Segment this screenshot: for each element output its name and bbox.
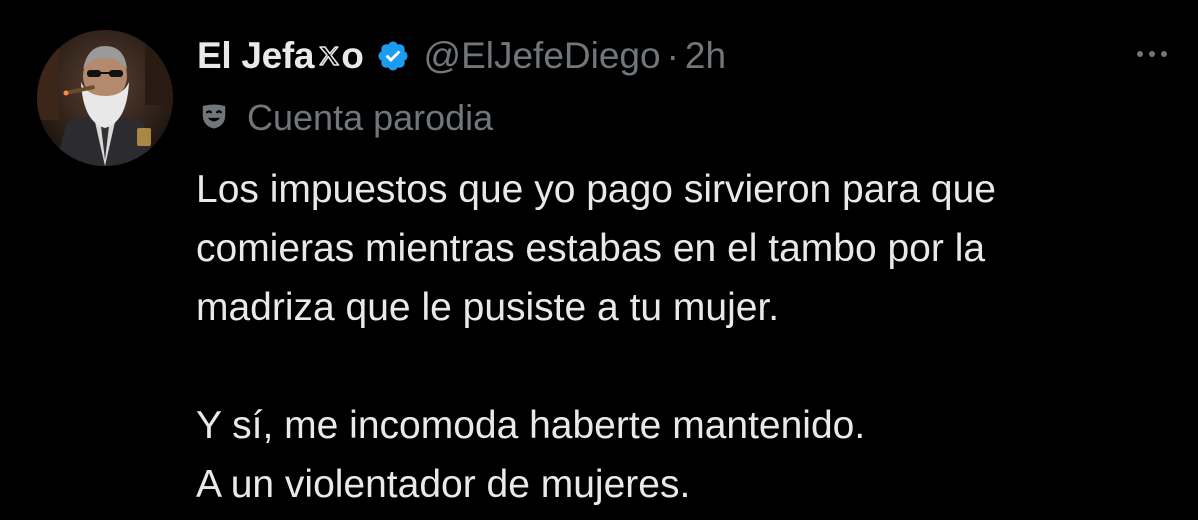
tweet-body: Los impuestos que yo pago sirvieron para…	[196, 160, 1186, 514]
paragraph-break	[196, 337, 1186, 396]
verified-badge-icon[interactable]	[376, 39, 410, 73]
tweet-header: El Jefa o @ElJefeDiego · 2h	[197, 28, 726, 84]
author-display-name[interactable]: El Jefa	[197, 35, 315, 77]
tweet-card: El Jefa o @ElJefeDiego · 2h Cuenta parod…	[0, 0, 1198, 520]
author-display-name-suffix: o	[341, 35, 364, 76]
theater-mask-icon	[199, 101, 229, 136]
author-handle[interactable]: @ElJefeDiego	[424, 35, 661, 77]
more-dots-icon	[1137, 51, 1167, 57]
parody-label-text: Cuenta parodia	[247, 97, 494, 138]
tweet-text-line: comieras mientras estabas en el tambo po…	[196, 227, 986, 270]
x-logo-icon	[317, 44, 341, 68]
tweet-text-line: A un violentador de mujeres.	[196, 463, 691, 506]
parody-account-label: Cuenta parodia	[199, 95, 493, 141]
tweet-text-line: Y sí, me incomoda haberte mantenido.	[196, 404, 866, 447]
tweet-text-line: madriza que le pusiste a tu mujer.	[196, 286, 780, 329]
author-avatar[interactable]	[37, 30, 173, 166]
more-options-button[interactable]	[1128, 34, 1176, 74]
tweet-text-line: Los impuestos que yo pago sirvieron para…	[196, 168, 996, 211]
header-separator: ·	[666, 35, 679, 76]
tweet-timestamp[interactable]: 2h	[685, 35, 726, 77]
avatar-image	[37, 30, 173, 166]
